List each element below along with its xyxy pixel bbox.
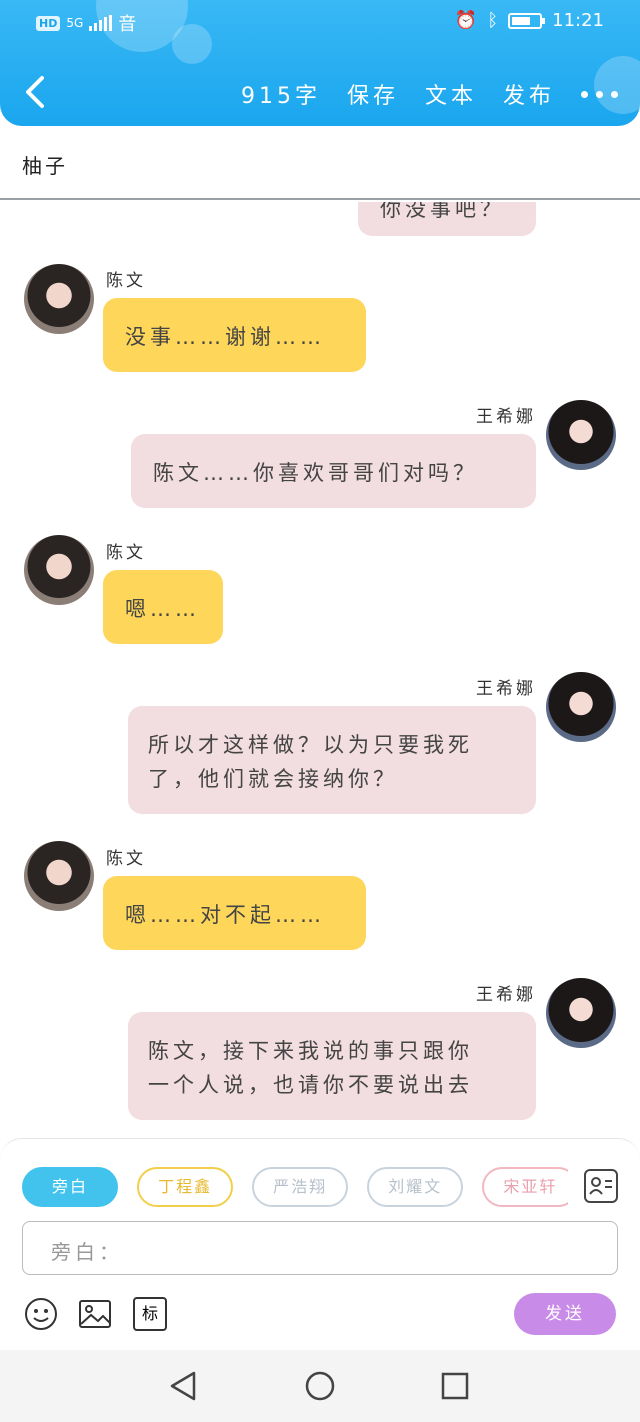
character-chip-narration[interactable]: 旁白: [22, 1167, 118, 1207]
publish-button[interactable]: 发布: [503, 78, 555, 110]
avatar-chenwen[interactable]: [24, 535, 94, 605]
tag-button[interactable]: 标: [133, 1297, 167, 1331]
character-chip[interactable]: 刘耀文: [367, 1167, 464, 1207]
story-title: 柚子: [22, 154, 68, 178]
speaker-name: 陈文: [106, 543, 146, 563]
more-icon[interactable]: [581, 90, 618, 98]
message-bubble-right[interactable]: 所以才这样做？以为只要我死 了，他们就会接纳你？: [128, 706, 536, 814]
message-bubble-right[interactable]: 陈文……你喜欢哥哥们对吗？: [131, 434, 536, 508]
speaker-name: 陈文: [106, 271, 146, 291]
message-bubble-left[interactable]: 没事……谢谢……: [103, 298, 366, 372]
save-button[interactable]: 保存: [347, 78, 399, 110]
speaker-name: 王希娜: [476, 407, 536, 427]
hd-badge: HD: [36, 15, 61, 31]
system-nav-bar: [0, 1350, 640, 1422]
avatar-wangxina[interactable]: [546, 400, 616, 470]
network-type: 5G: [66, 16, 84, 30]
avatar-wangxina[interactable]: [546, 978, 616, 1048]
word-count: 915字: [240, 84, 321, 109]
message-bubble-right[interactable]: 你没事吧？: [358, 202, 536, 236]
speaker-name: 陈文: [106, 849, 146, 869]
emoji-icon[interactable]: [24, 1297, 58, 1331]
speaker-name: 王希娜: [476, 679, 536, 699]
battery-icon: [508, 12, 546, 29]
message-bubble-left[interactable]: 嗯……: [103, 570, 223, 644]
character-chip[interactable]: 严浩翔: [252, 1167, 349, 1207]
message-bubble-left[interactable]: 嗯……对不起……: [103, 876, 366, 950]
image-icon[interactable]: [78, 1297, 112, 1331]
story-title-bar[interactable]: 柚子: [0, 126, 640, 200]
send-button[interactable]: 发送: [514, 1293, 616, 1335]
character-chip[interactable]: 丁程鑫: [137, 1167, 234, 1207]
bluetooth-icon: ᛒ: [487, 10, 499, 31]
back-icon[interactable]: [22, 74, 48, 110]
alarm-icon: ⏰: [454, 10, 478, 31]
status-bar: HD 5G ⾳ ⏰ ᛒ 11:21: [0, 10, 640, 35]
speaker-name: 王希娜: [476, 985, 536, 1005]
character-chip[interactable]: 宋亚轩: [482, 1167, 568, 1207]
avatar-wangxina[interactable]: [546, 672, 616, 742]
nav-home-icon[interactable]: [304, 1370, 336, 1402]
header-actions: 915字 保存 文本 发布: [241, 78, 618, 110]
message-bubble-right[interactable]: 陈文，接下来我说的事只跟你 一个人说，也请你不要说出去: [128, 1012, 536, 1120]
character-list-icon[interactable]: [584, 1169, 618, 1203]
app-header: HD 5G ⾳ ⏰ ᛒ 11:21 915字 保存 文本 发布: [0, 0, 640, 126]
message-input[interactable]: 旁白：: [22, 1221, 618, 1275]
nav-recents-icon[interactable]: [440, 1371, 470, 1401]
nav-back-icon[interactable]: [168, 1370, 198, 1402]
composer-panel: 旁白 丁程鑫 严浩翔 刘耀文 宋亚轩 旁白： 标 发送: [0, 1138, 640, 1350]
chat-area[interactable]: 你没事吧？ 陈文 没事……谢谢…… 王希娜 陈文……你喜欢哥哥们对吗？ 陈文 嗯…: [0, 202, 640, 1138]
avatar-chenwen[interactable]: [24, 264, 94, 334]
character-selector: 旁白 丁程鑫 严浩翔 刘耀文 宋亚轩: [22, 1167, 568, 1207]
signal-icon: [89, 15, 113, 31]
clock: 11:21: [552, 10, 604, 31]
input-placeholder: 旁白：: [51, 1240, 123, 1264]
avatar-chenwen[interactable]: [24, 841, 94, 911]
hearing-icon: ⾳: [118, 14, 137, 35]
text-button[interactable]: 文本: [425, 78, 477, 110]
